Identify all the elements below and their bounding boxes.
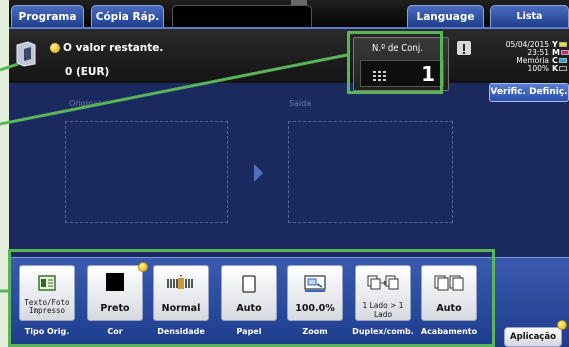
aplicacao-button[interactable]: Aplicação xyxy=(504,327,562,347)
status-band: O valor restante. 0 (EUR) 05/04/2015 23:… xyxy=(9,29,569,83)
tab-lista-trabalhos[interactable]: Lista Trabalhos xyxy=(490,5,569,44)
alert-icon[interactable] xyxy=(457,41,471,55)
tab-programa[interactable]: Programa xyxy=(11,5,84,27)
tab-copia-rapida[interactable]: Cópia Ráp. xyxy=(91,5,164,27)
callout-box-sets xyxy=(347,31,443,94)
toner-bar xyxy=(559,66,568,71)
toner-bar xyxy=(560,50,569,55)
top-tab-bar: Programa Cópia Ráp. Language Lista Traba… xyxy=(9,0,569,44)
tab-language[interactable]: Language xyxy=(407,5,484,27)
arrow-right-icon xyxy=(254,164,263,182)
output-label: Saída xyxy=(289,99,312,108)
original-preview-area xyxy=(65,121,228,223)
datetime-memory: 05/04/2015 23:51 Memória 100% xyxy=(487,41,549,73)
original-label: Original xyxy=(69,99,101,108)
toner-row-k: K xyxy=(552,65,569,73)
toner-bar xyxy=(558,42,567,47)
toner-bar xyxy=(558,58,567,63)
indicator-dot-icon xyxy=(557,320,567,330)
output-preview-area xyxy=(288,121,453,223)
remaining-value-amount: 0 (EUR) xyxy=(65,66,110,78)
toner-letter: K xyxy=(552,64,559,73)
memory-value: 100% xyxy=(527,64,549,73)
remaining-value-label: O valor restante. xyxy=(63,42,164,54)
document-counter-icon xyxy=(16,41,36,67)
coin-icon xyxy=(50,43,60,53)
verific-definicoes-button[interactable]: Verific. Definiç. xyxy=(489,83,569,102)
tab-notch xyxy=(291,0,307,5)
callout-box-functions xyxy=(8,249,495,347)
toner-levels: YMCK xyxy=(552,41,569,73)
tab-blank xyxy=(172,5,312,27)
